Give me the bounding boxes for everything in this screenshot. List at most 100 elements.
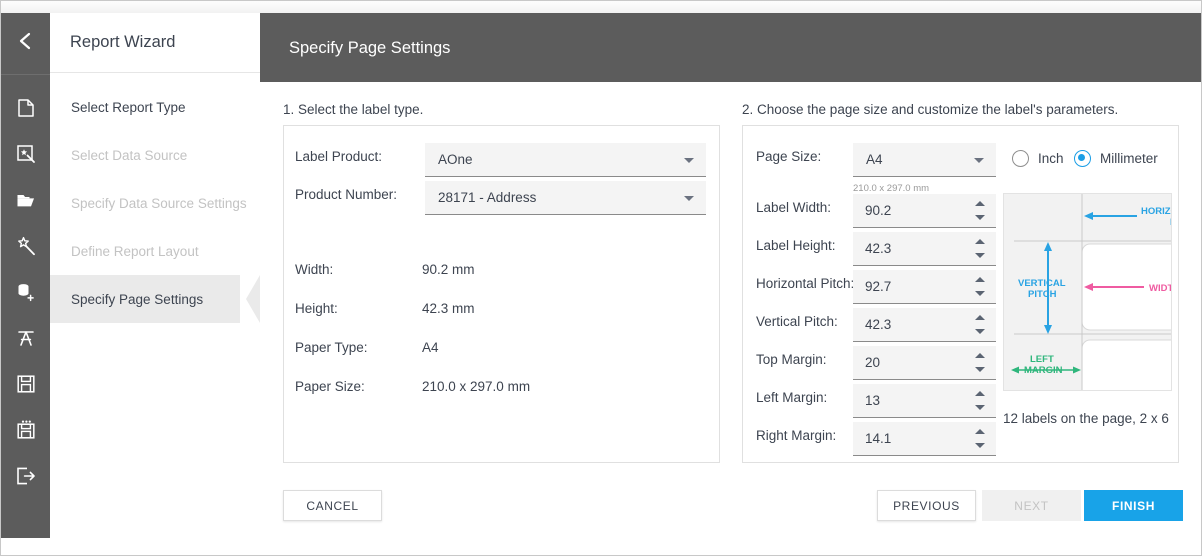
label-product-label: Label Product: (295, 149, 383, 164)
sidebar-item-define-report-layout: Define Report Layout (50, 227, 260, 275)
icon-rail (1, 13, 50, 538)
unit-radio-inch[interactable]: Inch (1012, 150, 1064, 167)
text-character-icon (15, 327, 37, 349)
finish-button-label: FINISH (1112, 498, 1155, 513)
left-margin-value: 13 (865, 393, 881, 408)
right-margin-stepper[interactable]: 14.1 (853, 422, 996, 456)
section-1-title: 1. Select the label type. (283, 102, 424, 117)
database-add-icon (15, 281, 37, 303)
width-label: Width: (295, 262, 334, 277)
svg-text:LEFT: LEFT (1030, 354, 1054, 365)
left-margin-label: Left Margin: (756, 390, 828, 405)
rail-item-save-as[interactable] (1, 407, 50, 453)
new-document-icon (15, 97, 37, 119)
svg-text:PITCH: PITCH (1170, 217, 1172, 228)
label-height-value: 42.3 (865, 241, 892, 256)
product-number-select[interactable]: 28171 - Address (425, 181, 706, 215)
chevron-down-icon (684, 195, 694, 201)
stepper-up-icon[interactable] (975, 201, 985, 206)
label-width-value: 90.2 (865, 203, 892, 218)
cancel-button-label: CANCEL (306, 498, 359, 513)
top-margin-label: Top Margin: (756, 352, 827, 367)
chevron-left-icon (15, 30, 37, 57)
paper-type-label: Paper Type: (295, 340, 368, 355)
rail-item-save[interactable] (1, 361, 50, 407)
stepper-up-icon[interactable] (975, 239, 985, 244)
unit-radio-inch-label: Inch (1038, 151, 1064, 166)
label-product-select[interactable]: AOne (425, 143, 706, 177)
save-icon (15, 373, 37, 395)
horizontal-pitch-label: Horizontal Pitch: (756, 276, 855, 291)
sidebar-item-specify-data-source-settings: Specify Data Source Settings (50, 179, 260, 227)
back-button[interactable] (1, 13, 50, 74)
section-header-title: Specify Page Settings (289, 39, 451, 57)
paper-size-value: 210.0 x 297.0 mm (422, 379, 531, 394)
chevron-down-icon (974, 157, 984, 163)
previous-button-label: PREVIOUS (893, 498, 960, 513)
cancel-button[interactable]: CANCEL (283, 490, 382, 521)
label-width-stepper[interactable]: 90.2 (853, 194, 996, 228)
next-button-label: NEXT (1014, 498, 1049, 513)
rail-item-report-wizard[interactable] (1, 131, 50, 177)
page-size-select[interactable]: A4 (853, 143, 996, 177)
stepper-down-icon[interactable] (975, 367, 985, 372)
save-as-icon (15, 419, 37, 441)
rail-item-open-report[interactable] (1, 177, 50, 223)
vertical-pitch-stepper[interactable]: 42.3 (853, 308, 996, 342)
stepper-up-icon[interactable] (975, 315, 985, 320)
next-button: NEXT (982, 490, 1081, 521)
stepper-up-icon[interactable] (975, 391, 985, 396)
sidebar-item-select-data-source: Select Data Source (50, 131, 260, 179)
section-2-title: 2. Choose the page size and customize th… (742, 102, 1119, 117)
previous-button[interactable]: PREVIOUS (877, 490, 976, 521)
page-size-hint: 210.0 x 297.0 mm (853, 183, 930, 194)
stepper-down-icon[interactable] (975, 405, 985, 410)
horizontal-pitch-stepper[interactable]: 92.7 (853, 270, 996, 304)
stepper-up-icon[interactable] (975, 353, 985, 358)
stepper-up-icon[interactable] (975, 277, 985, 282)
left-margin-stepper[interactable]: 13 (853, 384, 996, 418)
rail-item-new-report[interactable] (1, 85, 50, 131)
paper-type-value: A4 (422, 340, 439, 355)
stepper-down-icon[interactable] (975, 329, 985, 334)
stepper-down-icon[interactable] (975, 443, 985, 448)
rail-item-text-tool[interactable] (1, 315, 50, 361)
product-number-value: 28171 - Address (438, 190, 537, 205)
label-type-panel: Label Product: AOne Product Number: 2817… (283, 125, 720, 463)
section-header: Specify Page Settings (260, 13, 1201, 82)
stepper-up-icon[interactable] (975, 429, 985, 434)
step-label: Select Data Source (71, 147, 188, 163)
vertical-pitch-label: Vertical Pitch: (756, 314, 838, 329)
open-folder-icon (15, 189, 37, 211)
stepper-down-icon[interactable] (975, 215, 985, 220)
rail-item-design-wizard[interactable] (1, 223, 50, 269)
report-wizard-icon (15, 143, 37, 165)
radio-circle-icon (1012, 150, 1029, 167)
stepper-down-icon[interactable] (975, 291, 985, 296)
unit-radio-millimeter[interactable]: Millimeter (1074, 150, 1158, 167)
top-margin-stepper[interactable]: 20 (853, 346, 996, 380)
label-height-stepper[interactable]: 42.3 (853, 232, 996, 266)
right-margin-label: Right Margin: (756, 428, 837, 443)
label-product-value: AOne (438, 152, 473, 167)
unit-radio-millimeter-label: Millimeter (1100, 151, 1158, 166)
sidebar-item-select-report-type[interactable]: Select Report Type (50, 83, 260, 131)
label-height-label: Label Height: (756, 238, 836, 253)
step-label: Specify Page Settings (71, 291, 204, 307)
right-margin-value: 14.1 (865, 431, 892, 446)
top-margin-value: 20 (865, 355, 881, 370)
chevron-down-icon (684, 157, 694, 163)
finish-button[interactable]: FINISH (1084, 490, 1183, 521)
report-wizard-window: Report Wizard Select Report Type Select … (0, 0, 1202, 556)
page-size-value: A4 (866, 152, 883, 167)
page-size-label: Page Size: (756, 149, 822, 164)
vertical-pitch-value: 42.3 (865, 317, 892, 332)
stepper-down-icon[interactable] (975, 253, 985, 258)
radio-circle-filled-icon (1074, 150, 1091, 167)
product-number-label: Product Number: (295, 187, 398, 202)
rail-item-add-data-source[interactable] (1, 269, 50, 315)
sidebar-item-specify-page-settings[interactable]: Specify Page Settings (50, 275, 260, 323)
svg-text:VERTICAL: VERTICAL (1018, 278, 1066, 289)
wizard-step-list: Report Wizard Select Report Type Select … (50, 13, 260, 538)
rail-item-exit[interactable] (1, 453, 50, 499)
